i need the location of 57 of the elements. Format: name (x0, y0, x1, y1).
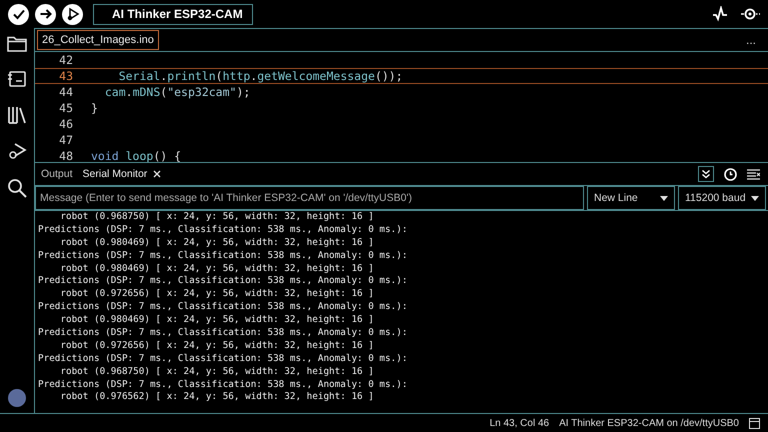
caret-icon (751, 196, 759, 200)
code-text: } (91, 101, 98, 115)
double-chevron-icon (701, 169, 711, 179)
serial-output-line: robot (0.980469) [ x: 24, y: 56, width: 32, height: 16 ] (59, 236, 375, 250)
line-number: 44 (58, 85, 73, 99)
panel-tab[interactable]: Serial Monitor (82, 168, 162, 180)
serial-output-line: Predictions (DSP: 7 ms., Classification: 538 ms., Anomaly: 0 ms.): (38, 250, 408, 263)
notifications-icon[interactable] (749, 418, 760, 428)
line-number: 42 (58, 53, 73, 67)
upload-button[interactable] (35, 4, 56, 24)
folder-icon[interactable] (7, 36, 27, 52)
debug-button[interactable] (62, 4, 83, 24)
serial-output-line: robot (0.968750) [ x: 24, y: 56, width: 32, height: 16 ] (59, 211, 375, 224)
panel-tab[interactable]: Output (41, 168, 73, 180)
serial-monitor-icon[interactable] (740, 6, 760, 22)
more-options-button[interactable]: ... (734, 33, 768, 47)
checkmark-icon (12, 7, 26, 21)
code-text: Serial.println(http.getWelcomeMessage()); (118, 69, 403, 83)
line-number: 46 (58, 117, 73, 131)
serial-output-line: Predictions (DSP: 7 ms., Classification: 538 ms., Anomaly: 0 ms.): (38, 224, 408, 237)
clear-output-icon[interactable] (747, 168, 760, 180)
line-number: 45 (58, 101, 73, 115)
line-number: 48 (58, 149, 73, 162)
serial-output-line: robot (0.972656) [ x: 24, y: 56, width: 32, height: 16 ] (59, 288, 375, 302)
autoscroll-button[interactable] (698, 166, 714, 182)
board-icon[interactable] (7, 70, 27, 88)
message-input-field[interactable]: Message (Enter to send message to 'AI Thinker ESP32-CAM' on '/dev/ttyUSB0') (35, 186, 584, 210)
debug-icon[interactable] (7, 142, 27, 160)
baud-rate-dropdown[interactable]: 115200 baud (678, 186, 766, 210)
cursor-position: Ln 43, Col 46 (490, 418, 550, 428)
serial-output-line: Predictions (DSP: 7 ms., Classification: 538 ms., Anomaly: 0 ms.): (38, 275, 408, 288)
serial-output-line: robot (0.980469) [ x: 24, y: 56, width: 32, height: 16 ] (59, 314, 375, 328)
line-number: 43 (58, 69, 73, 83)
caret-icon (660, 196, 668, 200)
play-icon (66, 7, 80, 21)
serial-output-line: robot (0.980469) [ x: 24, y: 56, width: 32, height: 16 ] (59, 262, 375, 276)
code-text: cam.mDNS("esp32cam"); (104, 85, 250, 99)
board-selector[interactable]: AI Thinker ESP32-CAM (93, 4, 253, 24)
file-tab[interactable]: 26_Collect_Images.ino (37, 30, 159, 50)
serial-output-line: robot (0.976562) [ x: 24, y: 56, width: 32, height: 16 ] (59, 391, 375, 404)
search-icon[interactable] (7, 178, 27, 198)
serial-plotter-icon[interactable] (712, 6, 728, 22)
serial-output-line: Predictions (DSP: 7 ms., Classification: 538 ms., Anomaly: 0 ms.): (38, 352, 408, 366)
verify-button[interactable] (8, 4, 29, 24)
user-avatar[interactable] (8, 389, 26, 407)
library-icon[interactable] (7, 106, 27, 124)
clock-icon[interactable] (724, 168, 737, 180)
board-port-status: AI Thinker ESP32-CAM on /dev/ttyUSB0 (559, 418, 739, 428)
arrow-right-icon (38, 7, 52, 21)
close-icon[interactable] (153, 170, 162, 178)
serial-output-line: robot (0.968750) [ x: 24, y: 56, width: 32, height: 16 ] (59, 366, 375, 379)
line-ending-dropdown[interactable]: New Line (587, 186, 675, 210)
line-number: 47 (58, 133, 73, 147)
serial-output-line: Predictions (DSP: 7 ms., Classification: 538 ms., Anomaly: 0 ms.): (38, 301, 408, 314)
serial-output-line: Predictions (DSP: 7 ms., Classification: 538 ms., Anomaly: 0 ms.): (38, 378, 408, 392)
serial-output-line: robot (0.972656) [ x: 24, y: 56, width: 32, height: 16 ] (59, 340, 375, 353)
serial-output-line: Predictions (DSP: 7 ms., Classification: 538 ms., Anomaly: 0 ms.): (38, 327, 408, 340)
